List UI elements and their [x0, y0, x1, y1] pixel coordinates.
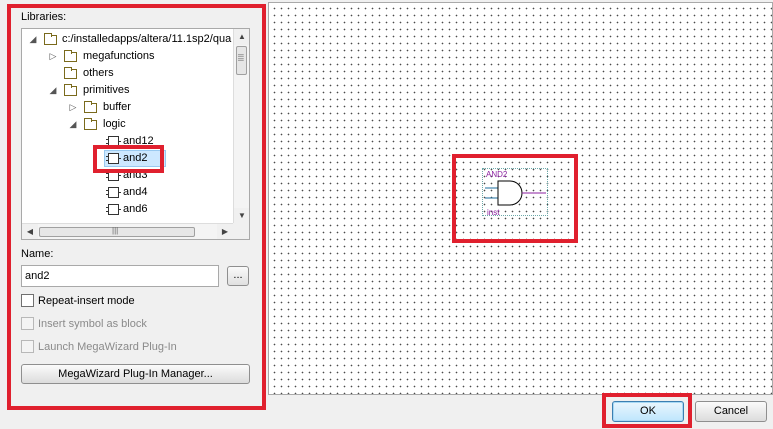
- annotation-box-left-panel: [7, 4, 266, 410]
- cancel-button[interactable]: Cancel: [695, 401, 767, 422]
- annotation-box-symbol: [452, 154, 578, 243]
- annotation-box-and2: [93, 145, 164, 173]
- annotation-box-ok: [602, 393, 692, 428]
